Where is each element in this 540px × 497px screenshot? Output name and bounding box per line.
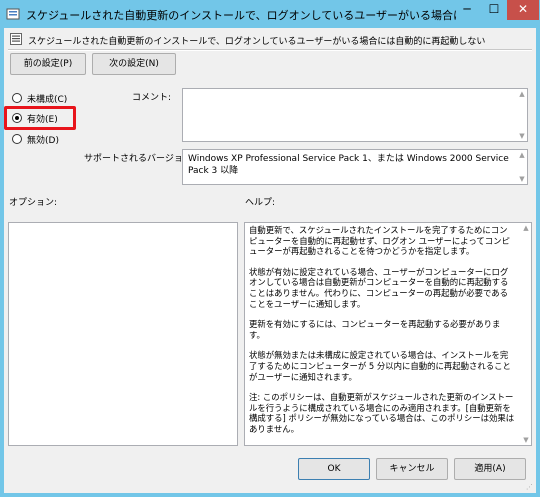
options-label: オプション:: [9, 198, 58, 208]
help-paragraph: 自動更新で、スケジュールされたインストールを完了するためにコンピューターを自動的…: [249, 225, 510, 257]
apply-button[interactable]: 適用(A): [454, 458, 526, 480]
scroll-up-icon[interactable]: ▲: [518, 151, 526, 159]
scroll-up-icon[interactable]: ▲: [522, 224, 530, 232]
supported-label: サポートされるバージョン:: [84, 154, 195, 164]
next-setting-button[interactable]: 次の設定(N): [92, 53, 176, 75]
policy-header: スケジュールされた自動更新のインストールで、ログオンしているユーザーがいる場合に…: [10, 33, 530, 47]
scroll-down-icon[interactable]: ▼: [518, 132, 526, 140]
scroll-up-icon[interactable]: ▲: [518, 90, 526, 98]
help-scrollbar[interactable]: ▲ ▼: [521, 223, 531, 445]
title-bar[interactable]: スケジュールされた自動更新のインストールで、ログオンしているユーザーがいる場合に…: [0, 0, 540, 28]
prev-setting-button[interactable]: 前の設定(P): [10, 53, 86, 75]
help-label: ヘルプ:: [245, 198, 276, 208]
ok-button[interactable]: OK: [298, 458, 370, 480]
supported-box: Windows XP Professional Service Pack 1、ま…: [182, 149, 528, 185]
scroll-down-icon[interactable]: ▼: [522, 436, 530, 444]
maximize-button[interactable]: ☐: [481, 0, 507, 20]
dialog-window: スケジュールされた自動更新のインストールで、ログオンしているユーザーがいる場合に…: [0, 0, 540, 497]
help-pane: 自動更新で、スケジュールされたインストールを完了するためにコンピューターを自動的…: [244, 222, 532, 446]
supported-scrollbar[interactable]: ▲ ▼: [517, 150, 527, 184]
supported-value: Windows XP Professional Service Pack 1、ま…: [188, 154, 509, 176]
prev-setting-label: 前の設定(P): [23, 59, 73, 69]
options-pane: [8, 222, 238, 446]
enabled-highlight-box: [4, 106, 76, 130]
minimize-button[interactable]: ─: [453, 0, 481, 20]
resize-grip-icon[interactable]: ⋰: [526, 483, 534, 491]
cancel-label: キャンセル: [389, 464, 435, 474]
comment-label: コメント:: [132, 93, 172, 103]
radio-disabled-circle[interactable]: [12, 134, 22, 144]
dialog-client-area: スケジュールされた自動更新のインストールで、ログオンしているユーザーがいる場合に…: [4, 28, 536, 493]
comment-scrollbar[interactable]: ▲ ▼: [517, 89, 527, 141]
window-title: スケジュールされた自動更新のインストールで、ログオンしているユーザーがいる場合に…: [26, 9, 456, 22]
ok-label: OK: [327, 464, 341, 474]
close-button[interactable]: ✕: [507, 0, 539, 20]
help-paragraph: 注: このポリシーは、自動更新がスケジュールされた更新のインストールを行うように…: [249, 392, 515, 434]
radio-not-configured-label: 未構成(C): [27, 95, 68, 105]
help-paragraph: 状態が有効に設定されている場合、ユーザーがコンピューターにログオンしている場合は…: [249, 266, 509, 309]
policy-name: スケジュールされた自動更新のインストールで、ログオンしているユーザーがいる場合に…: [28, 37, 486, 47]
next-setting-label: 次の設定(N): [109, 59, 159, 69]
help-paragraph: 状態が無効または未構成に設定されている場合は、インストールを完了するためにコンピ…: [249, 350, 511, 382]
radio-not-configured-circle[interactable]: [12, 93, 22, 103]
cancel-button[interactable]: キャンセル: [376, 458, 448, 480]
comment-textarea[interactable]: ▲ ▼: [182, 88, 528, 142]
header-divider: [8, 49, 532, 51]
policy-settings-icon: [6, 8, 20, 20]
help-paragraph: 更新を有効にするには、コンピューターを再起動する必要があります。: [249, 319, 501, 340]
scroll-down-icon[interactable]: ▼: [518, 175, 526, 183]
apply-label: 適用(A): [474, 464, 506, 474]
policy-icon: [10, 33, 22, 45]
radio-disabled-label: 無効(D): [27, 136, 59, 146]
help-text: 自動更新で、スケジュールされたインストールを完了するためにコンピューターを自動的…: [249, 225, 515, 445]
